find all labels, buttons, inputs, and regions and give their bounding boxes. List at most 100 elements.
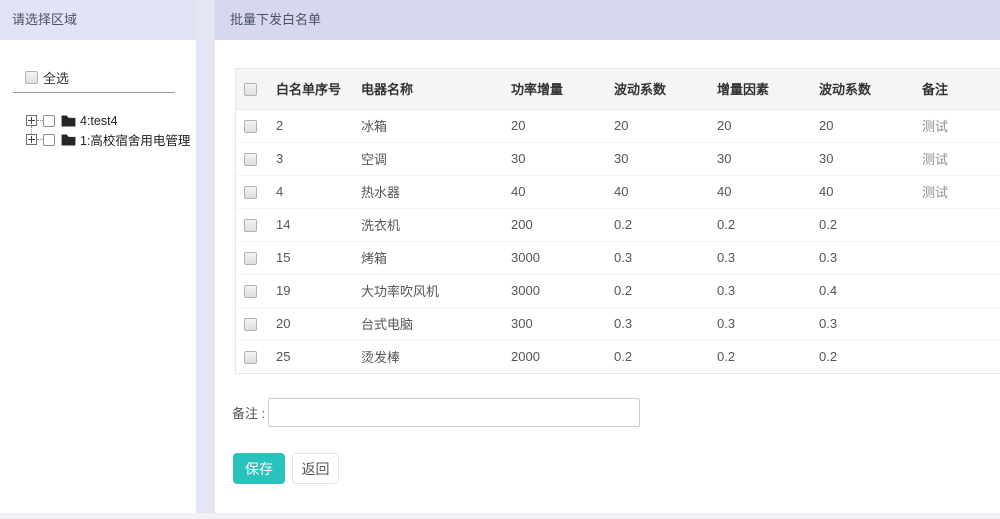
table-cell <box>914 241 1000 274</box>
table-body: 2冰箱20202020测试3空调30303030测试4热水器40404040测试… <box>236 109 1000 373</box>
table-cell: 2 <box>268 109 353 142</box>
tree-node-label[interactable]: 1:高校宿舍用电管理 <box>80 130 190 149</box>
column-header: 波动系数 <box>606 69 709 109</box>
expand-plus-icon[interactable] <box>26 134 37 145</box>
whitelist-table: 白名单序号电器名称功率增量波动系数增量因素波动系数备注 2冰箱20202020测… <box>236 69 1000 373</box>
table-cell: 台式电脑 <box>353 307 503 340</box>
row-checkbox-cell <box>236 307 268 340</box>
table-select-all-checkbox[interactable] <box>244 83 257 96</box>
row-checkbox-cell <box>236 142 268 175</box>
row-checkbox[interactable] <box>244 186 257 199</box>
table-cell: 4 <box>268 175 353 208</box>
table-cell: 19 <box>268 274 353 307</box>
table-cell: 0.2 <box>606 340 709 373</box>
table-cell: 20 <box>268 307 353 340</box>
table-cell: 0.3 <box>606 241 709 274</box>
table-cell: 40 <box>709 175 811 208</box>
table-cell: 200 <box>503 208 606 241</box>
table-cell: 30 <box>709 142 811 175</box>
table-row: 25烫发棒20000.20.20.2 <box>236 340 1000 373</box>
table-cell: 30 <box>503 142 606 175</box>
region-sidebar: 请选择区域 全选 4:test4 1:高校宿舍用电管理 <box>0 0 196 513</box>
table-cell: 测试 <box>914 175 1000 208</box>
tree-node-checkbox[interactable] <box>43 134 55 146</box>
table-cell: 热水器 <box>353 175 503 208</box>
column-header: 增量因素 <box>709 69 811 109</box>
folder-icon <box>61 115 76 127</box>
table-cell: 0.4 <box>811 274 914 307</box>
column-header: 电器名称 <box>353 69 503 109</box>
table-header-row: 白名单序号电器名称功率增量波动系数增量因素波动系数备注 <box>236 69 1000 109</box>
table-row: 15烤箱30000.30.30.3 <box>236 241 1000 274</box>
main-panel: 批量下发白名单 白名单序号电器名称功率增量波动系数增量因素波动系数备注 2冰箱2… <box>215 0 1000 513</box>
table-cell: 0.3 <box>606 307 709 340</box>
table-cell: 25 <box>268 340 353 373</box>
row-checkbox[interactable] <box>244 120 257 133</box>
back-button[interactable]: 返回 <box>292 453 339 484</box>
row-checkbox-cell <box>236 340 268 373</box>
table-cell: 洗衣机 <box>353 208 503 241</box>
tree-node-checkbox[interactable] <box>43 115 55 127</box>
table-cell: 20 <box>503 109 606 142</box>
table-row: 2冰箱20202020测试 <box>236 109 1000 142</box>
row-checkbox[interactable] <box>244 252 257 265</box>
row-checkbox-cell <box>236 241 268 274</box>
expand-plus-icon[interactable] <box>26 115 37 126</box>
table-cell: 3000 <box>503 274 606 307</box>
remark-row: 备注 : <box>232 398 1000 427</box>
row-checkbox-cell <box>236 109 268 142</box>
table-cell <box>914 274 1000 307</box>
button-row: 保存 返回 <box>233 453 1000 484</box>
select-all-label: 全选 <box>43 68 69 87</box>
tree-node-label[interactable]: 4:test4 <box>80 114 118 128</box>
table-cell: 0.3 <box>811 307 914 340</box>
select-all-row: 全选 <box>25 68 196 87</box>
column-header: 备注 <box>914 69 1000 109</box>
row-checkbox[interactable] <box>244 219 257 232</box>
table-cell: 大功率吹风机 <box>353 274 503 307</box>
table-cell: 0.3 <box>709 307 811 340</box>
table-cell: 0.3 <box>811 241 914 274</box>
whitelist-table-wrap: 白名单序号电器名称功率增量波动系数增量因素波动系数备注 2冰箱20202020测… <box>235 68 1000 374</box>
panel-gap <box>196 0 215 513</box>
column-header-checkbox <box>236 69 268 109</box>
table-cell: 3000 <box>503 241 606 274</box>
table-cell: 0.2 <box>709 208 811 241</box>
region-tree: 4:test4 1:高校宿舍用电管理 <box>0 111 196 149</box>
table-cell: 30 <box>606 142 709 175</box>
page-title: 批量下发白名单 <box>215 0 1000 40</box>
table-row: 4热水器40404040测试 <box>236 175 1000 208</box>
folder-icon <box>61 134 76 146</box>
table-cell: 3 <box>268 142 353 175</box>
table-row: 14洗衣机2000.20.20.2 <box>236 208 1000 241</box>
table-cell: 0.3 <box>709 274 811 307</box>
remark-input[interactable] <box>268 398 640 427</box>
row-checkbox[interactable] <box>244 153 257 166</box>
row-checkbox-cell <box>236 175 268 208</box>
table-cell <box>914 307 1000 340</box>
tree-node: 4:test4 <box>0 111 196 130</box>
table-cell: 40 <box>811 175 914 208</box>
table-cell: 0.2 <box>811 340 914 373</box>
table-cell: 300 <box>503 307 606 340</box>
table-cell: 0.2 <box>811 208 914 241</box>
row-checkbox[interactable] <box>244 351 257 364</box>
table-row: 3空调30303030测试 <box>236 142 1000 175</box>
tree-node: 1:高校宿舍用电管理 <box>0 130 196 149</box>
tree-connector-line <box>31 126 32 134</box>
row-checkbox-cell <box>236 208 268 241</box>
remark-label: 备注 : <box>232 403 265 422</box>
sidebar-divider <box>13 92 175 93</box>
row-checkbox[interactable] <box>244 318 257 331</box>
row-checkbox[interactable] <box>244 285 257 298</box>
table-cell: 烤箱 <box>353 241 503 274</box>
table-cell: 0.3 <box>709 241 811 274</box>
select-all-checkbox[interactable] <box>25 71 38 84</box>
column-header: 功率增量 <box>503 69 606 109</box>
table-cell: 测试 <box>914 142 1000 175</box>
row-checkbox-cell <box>236 274 268 307</box>
table-row: 20台式电脑3000.30.30.3 <box>236 307 1000 340</box>
table-cell: 20 <box>709 109 811 142</box>
table-cell: 烫发棒 <box>353 340 503 373</box>
save-button[interactable]: 保存 <box>233 453 285 484</box>
